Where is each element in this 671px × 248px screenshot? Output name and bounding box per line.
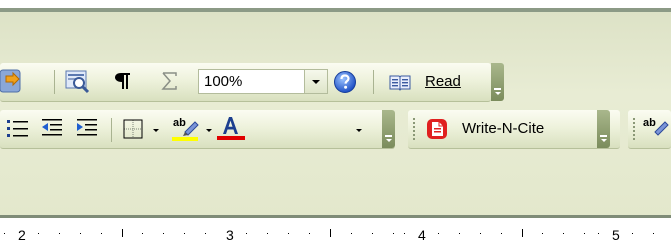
ruler-tick <box>522 229 523 237</box>
ruler-dot <box>309 233 310 234</box>
ruler-dot <box>4 233 5 234</box>
read-button[interactable]: Read <box>383 68 481 96</box>
ruler-dot <box>184 233 185 234</box>
writencite-icon <box>426 118 448 140</box>
ruler-number: 4 <box>418 227 426 243</box>
read-label: Read <box>425 73 461 90</box>
svg-text:ab: ab <box>643 117 656 129</box>
toolbar-separator <box>373 70 374 94</box>
font-color-icon[interactable] <box>216 114 246 142</box>
ruler-dot <box>480 233 481 234</box>
highlight-dropdown-icon[interactable] <box>206 129 212 132</box>
highlight-color-bar <box>172 137 198 141</box>
ruler-dot <box>563 233 564 234</box>
ruler-dot <box>459 233 460 234</box>
ruler-dot <box>142 233 143 234</box>
ruler-dot <box>632 233 633 234</box>
toolbar-grip[interactable] <box>633 118 635 142</box>
writencite-button[interactable]: Write-N-Cite <box>426 114 592 144</box>
ruler-dot <box>372 233 373 234</box>
ruler-dot <box>38 233 39 234</box>
help-icon[interactable] <box>333 70 357 94</box>
ruler-number: 5 <box>612 227 620 243</box>
ruler-tick <box>122 229 123 237</box>
ruler-dot <box>288 233 289 234</box>
svg-text:ab: ab <box>173 117 186 129</box>
increase-indent-icon[interactable] <box>75 117 101 141</box>
ruler-dot <box>438 233 439 234</box>
bullets-icon[interactable] <box>6 118 30 140</box>
pilcrow-icon[interactable] <box>112 70 134 92</box>
writencite-label: Write-N-Cite <box>462 120 545 137</box>
zoom-combobox[interactable]: 100% <box>198 69 328 94</box>
ruler-dot <box>205 233 206 234</box>
sigma-icon[interactable] <box>161 71 179 91</box>
highlight-icon[interactable]: ab <box>171 114 201 142</box>
ruler-tick <box>330 229 331 237</box>
ruler-dot <box>59 233 60 234</box>
zoom-dropdown-button[interactable] <box>304 70 327 93</box>
ruler-dot <box>246 233 247 234</box>
decrease-indent-icon[interactable] <box>40 117 66 141</box>
borders-dropdown-icon[interactable] <box>153 129 159 132</box>
toolbar-separator <box>111 118 112 142</box>
document-map-icon[interactable] <box>0 68 24 94</box>
ruler-dot <box>101 233 102 234</box>
ruler-dot <box>393 233 394 234</box>
borders-icon[interactable] <box>122 118 144 140</box>
ruler-number: 3 <box>226 227 234 243</box>
toolbar-options-icon[interactable] <box>382 110 395 148</box>
ruler-dot <box>163 233 164 234</box>
toolbar-options-icon[interactable] <box>491 63 504 101</box>
ruler-dot <box>267 233 268 234</box>
ruler-number: 2 <box>18 227 26 243</box>
ruler-dot <box>542 233 543 234</box>
ruler-dot <box>584 233 585 234</box>
ruler-dot <box>501 233 502 234</box>
document-top <box>0 0 671 8</box>
ruler-dot <box>80 233 81 234</box>
read-icon <box>389 73 411 91</box>
ruler-dot <box>598 233 599 234</box>
research-icon[interactable] <box>64 68 90 94</box>
font-color-dropdown-icon[interactable] <box>356 129 362 132</box>
zoom-value[interactable]: 100% <box>204 73 242 90</box>
ruler-dot <box>653 233 654 234</box>
toolbar-separator <box>54 70 55 94</box>
ruler-dot <box>351 233 352 234</box>
horizontal-ruler: 2 3 4 5 <box>0 218 671 248</box>
highlight-icon[interactable]: ab <box>641 114 671 142</box>
toolbar-options-icon[interactable] <box>597 110 610 148</box>
toolbar-grip[interactable] <box>413 118 415 142</box>
ruler-dot <box>404 233 405 234</box>
